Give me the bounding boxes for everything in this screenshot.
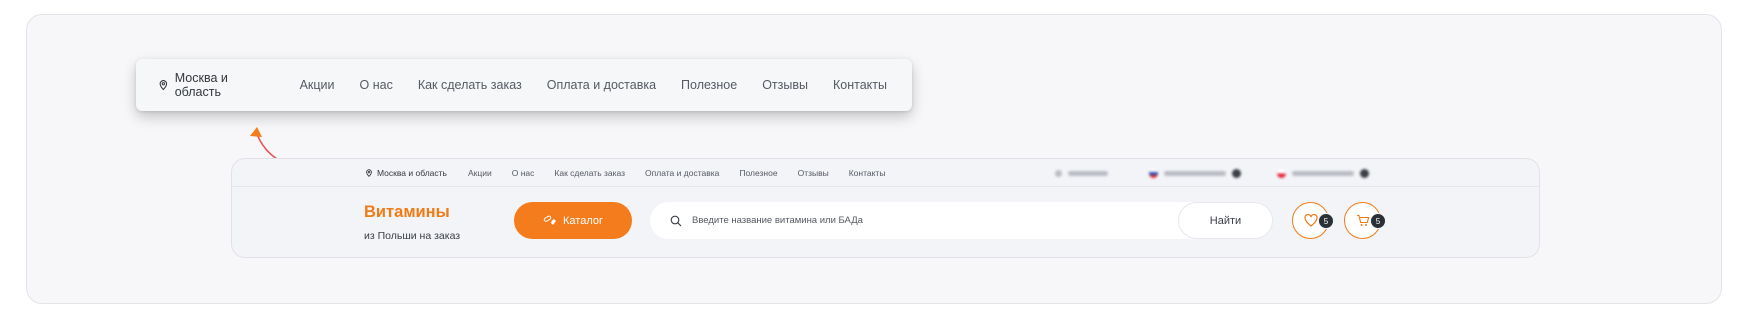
pills-icon xyxy=(543,215,556,225)
catalog-label: Каталог xyxy=(563,214,603,227)
search-submit-button[interactable]: Найти xyxy=(1178,202,1273,239)
site-nav-link-contacts[interactable]: Контакты xyxy=(849,168,886,178)
brand-name: Витамины xyxy=(364,203,450,221)
brand-logo[interactable]: Витамины из Польши на заказ xyxy=(364,203,460,242)
cart-count-badge: 5 xyxy=(1370,213,1386,229)
nav-link-useful[interactable]: Полезное xyxy=(681,78,737,92)
nav-link-reviews[interactable]: Отзывы xyxy=(762,78,808,92)
site-location-selector[interactable]: Москва и область xyxy=(365,168,447,178)
nav-link-payment-delivery[interactable]: Оплата и доставка xyxy=(547,78,656,92)
blurred-phone-1 xyxy=(1149,167,1241,179)
zoomed-top-nav: Москва и область Акции О нас Как сделать… xyxy=(136,59,912,111)
blurred-email xyxy=(1055,167,1108,179)
search-input[interactable] xyxy=(692,215,1122,226)
favorites-count-badge: 5 xyxy=(1318,213,1334,229)
nav-link-contacts[interactable]: Контакты xyxy=(833,78,887,92)
location-pin-icon xyxy=(159,79,168,91)
site-nav-link-useful[interactable]: Полезное xyxy=(739,168,777,178)
location-pin-icon xyxy=(366,168,372,177)
nav-link-how-to-order[interactable]: Как сделать заказ xyxy=(418,78,522,92)
site-nav-link-promotions[interactable]: Акции xyxy=(468,168,492,178)
site-nav-link-about[interactable]: О нас xyxy=(512,168,535,178)
heart-icon xyxy=(1303,214,1318,227)
nav-link-about[interactable]: О нас xyxy=(360,78,393,92)
location-label: Москва и область xyxy=(174,71,228,99)
cart-icon xyxy=(1356,214,1369,226)
brand-subtitle: из Польши на заказ xyxy=(364,230,461,242)
site-nav-link-payment-delivery[interactable]: Оплата и доставка xyxy=(645,168,719,178)
site-topbar: Москва и область Акции О нас Как сделать… xyxy=(232,159,1539,187)
search-bar: Найти xyxy=(650,202,1273,239)
location-selector[interactable]: Москва и область xyxy=(158,71,267,99)
blurred-phone-2 xyxy=(1277,167,1369,179)
site-location-label: Москва и область xyxy=(377,167,447,178)
search-icon xyxy=(670,215,682,226)
catalog-button[interactable]: Каталог xyxy=(514,202,632,239)
site-header-preview: Москва и область Акции О нас Как сделать… xyxy=(231,158,1540,258)
site-nav-link-how-to-order[interactable]: Как сделать заказ xyxy=(554,168,625,178)
nav-link-promotions[interactable]: Акции xyxy=(300,78,335,92)
site-nav-link-reviews[interactable]: Отзывы xyxy=(798,168,829,178)
